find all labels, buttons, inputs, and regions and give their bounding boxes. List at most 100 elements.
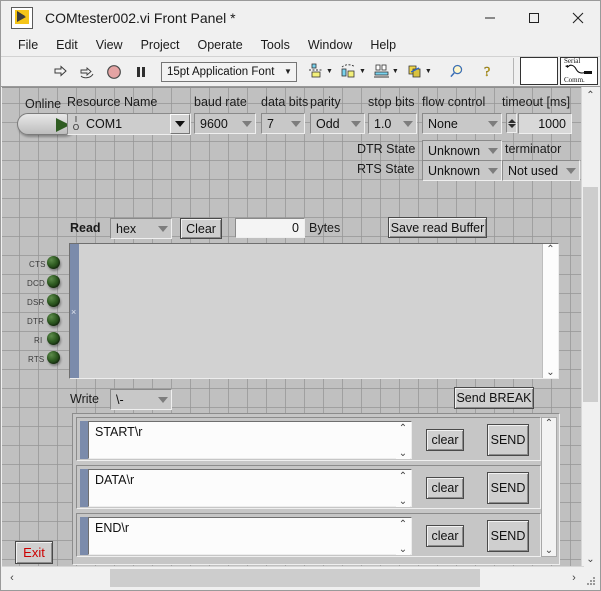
menu-item-help[interactable]: Help: [361, 36, 405, 54]
write-row-1-textbox[interactable]: START\r ⌃ ⌄: [88, 421, 412, 459]
vertical-scroll-thumb[interactable]: [583, 187, 598, 402]
chevron-down-icon: ▼: [391, 68, 399, 75]
resize-grip-icon[interactable]: [587, 577, 597, 587]
front-panel-canvas: Online Resource Name IO COM1 baud rate 9…: [2, 87, 584, 568]
scroll-down-icon[interactable]: ⌄: [545, 545, 553, 556]
chevron-down-icon[interactable]: [239, 120, 255, 127]
write-row-3-send-button[interactable]: SEND: [487, 520, 529, 552]
scroll-up-icon[interactable]: ⌃: [399, 423, 407, 434]
vi-icon-serial-comm[interactable]: Serial Comm.: [560, 57, 598, 85]
menu-item-operate[interactable]: Operate: [188, 36, 251, 54]
write-row-3-scrollbar[interactable]: ⌃ ⌄: [396, 519, 410, 555]
vi-icon-bottom-text: Comm.: [564, 76, 585, 84]
chevron-down-icon[interactable]: [288, 120, 304, 127]
menu-item-view[interactable]: View: [87, 36, 132, 54]
resize-objects-icon[interactable]: ▼: [373, 63, 399, 80]
window-horizontal-scrollbar[interactable]: ‹ ›: [2, 566, 584, 589]
chevron-down-icon[interactable]: [348, 120, 364, 127]
scroll-up-icon[interactable]: ⌃: [545, 418, 553, 429]
menu-item-tools[interactable]: Tools: [252, 36, 299, 54]
distribute-objects-icon[interactable]: ▼: [340, 63, 366, 80]
write-row-3-clear-label: clear: [431, 529, 459, 543]
save-read-buffer-button[interactable]: Save read Buffer: [388, 217, 487, 238]
scroll-down-icon[interactable]: ⌄: [399, 448, 407, 459]
scroll-down-icon[interactable]: ⌄: [399, 496, 407, 507]
window-vertical-scrollbar[interactable]: ⌃ ⌄: [581, 87, 599, 568]
chevron-down-icon[interactable]: [485, 147, 501, 154]
chevron-down-icon[interactable]: [400, 120, 416, 127]
scroll-down-icon[interactable]: ⌄: [399, 544, 407, 555]
scroll-up-icon[interactable]: ⌃: [582, 87, 599, 104]
stop-bits-ring[interactable]: 1.0: [368, 113, 417, 134]
write-row-2-scrollbar[interactable]: ⌃ ⌄: [396, 471, 410, 507]
font-selector[interactable]: 15pt Application Font ▼: [161, 61, 297, 82]
reorder-objects-icon[interactable]: ▼: [406, 63, 432, 80]
timeout-field[interactable]: 1000: [518, 113, 572, 134]
align-objects-icon[interactable]: ▼: [307, 63, 333, 80]
chevron-down-icon[interactable]: [485, 167, 501, 174]
search-icon[interactable]: [449, 63, 466, 80]
rts-state-label: RTS State: [357, 162, 415, 176]
rts-state-ring[interactable]: Unknown: [422, 160, 502, 181]
menu-item-project[interactable]: Project: [132, 36, 189, 54]
terminator-ring[interactable]: Not used: [502, 160, 580, 181]
write-row-1-clear-label: clear: [431, 433, 459, 447]
write-row-1-send-button[interactable]: SEND: [487, 424, 529, 456]
scroll-up-icon[interactable]: ⌃: [399, 519, 407, 530]
menu-item-file[interactable]: File: [9, 36, 47, 54]
scroll-up-icon[interactable]: ⌃: [546, 244, 554, 255]
write-row-3-clear-button[interactable]: clear: [426, 525, 464, 547]
chevron-down-icon[interactable]: [485, 120, 501, 127]
read-buffer-scrollbar[interactable]: ⌃ ⌄: [542, 244, 558, 378]
run-arrow-icon[interactable]: [51, 63, 68, 80]
baud-rate-ring[interactable]: 9600: [194, 113, 256, 134]
scroll-right-icon[interactable]: ›: [564, 567, 584, 589]
read-buffer[interactable]: × ⌃ ⌄: [69, 243, 559, 379]
chevron-down-icon[interactable]: [155, 396, 171, 403]
maximize-button[interactable]: [512, 1, 556, 34]
menu-bar: File Edit View Project Operate Tools Win…: [1, 34, 600, 57]
terminator-value: Not used: [508, 163, 559, 178]
write-row-1-scrollbar[interactable]: ⌃ ⌄: [396, 423, 410, 459]
clear-read-button[interactable]: Clear: [180, 218, 222, 239]
scroll-down-icon[interactable]: ⌄: [546, 367, 554, 378]
write-format-ring[interactable]: \-: [110, 389, 172, 410]
write-row-1-clear-button[interactable]: clear: [426, 429, 464, 451]
horizontal-scroll-thumb[interactable]: [110, 569, 480, 587]
resource-name-combo[interactable]: IO COM1: [67, 113, 191, 135]
flow-control-ring[interactable]: None: [422, 113, 502, 134]
write-row-3-textbox[interactable]: END\r ⌃ ⌄: [88, 517, 412, 555]
close-button[interactable]: [556, 1, 600, 34]
toolbar-right-group: ? Serial Comm.: [449, 57, 600, 85]
vi-connector-pane[interactable]: [520, 57, 558, 85]
scroll-down-icon[interactable]: ⌄: [582, 551, 599, 568]
pause-icon[interactable]: [132, 63, 149, 80]
minimize-button[interactable]: [468, 1, 512, 34]
scroll-up-icon[interactable]: ⌃: [399, 471, 407, 482]
data-bits-ring[interactable]: 7: [261, 113, 305, 134]
clear-read-button-label: Clear: [186, 221, 216, 236]
parity-ring[interactable]: Odd: [310, 113, 365, 134]
help-icon[interactable]: ?: [480, 63, 497, 80]
write-row-3: END\r ⌃ ⌄ clear SEND: [76, 513, 541, 557]
timeout-stepper[interactable]: [506, 113, 517, 133]
scroll-left-icon[interactable]: ‹: [2, 567, 22, 589]
menu-item-edit[interactable]: Edit: [47, 36, 87, 54]
write-row-2-clear-button[interactable]: clear: [426, 477, 464, 499]
chevron-down-icon[interactable]: [563, 167, 579, 174]
read-format-ring[interactable]: hex: [110, 218, 172, 239]
write-row-2-send-button[interactable]: SEND: [487, 472, 529, 504]
read-label: Read: [70, 221, 101, 235]
dtr-state-ring[interactable]: Unknown: [422, 140, 502, 161]
send-break-button[interactable]: Send BREAK: [454, 387, 534, 409]
abort-execution-icon[interactable]: [105, 63, 122, 80]
exit-button[interactable]: Exit: [15, 541, 53, 564]
send-break-label: Send BREAK: [456, 391, 532, 405]
write-array-scrollbar[interactable]: ⌃ ⌄: [541, 417, 557, 557]
chevron-down-icon[interactable]: [155, 225, 171, 232]
menu-item-window[interactable]: Window: [299, 36, 361, 54]
write-row-2-textbox[interactable]: DATA\r ⌃ ⌄: [88, 469, 412, 507]
resource-name-dropdown-button[interactable]: [170, 114, 190, 134]
svg-text:?: ?: [484, 65, 490, 79]
run-continuously-icon[interactable]: [78, 63, 95, 80]
